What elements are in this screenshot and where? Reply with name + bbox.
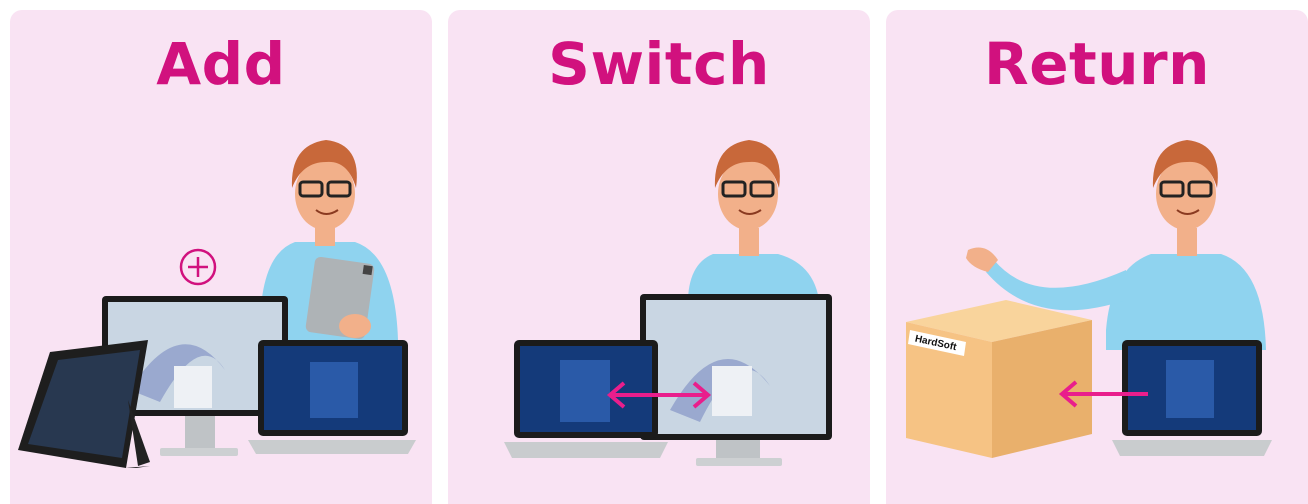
add-illustration <box>18 140 416 468</box>
laptop-device <box>1112 340 1272 456</box>
add-card[interactable]: Add <box>10 10 432 504</box>
switch-illustration <box>504 140 832 466</box>
tablet-device <box>305 256 375 340</box>
cardboard-box: HardSoft <box>906 300 1092 458</box>
person-figure <box>687 140 820 310</box>
all-in-one-device <box>640 294 832 466</box>
plus-circle-icon <box>179 248 217 286</box>
return-card[interactable]: Return HardSoft <box>886 10 1308 504</box>
surface-tablet-device <box>18 340 150 468</box>
laptop-device <box>248 340 416 454</box>
options-row: Add Switch Return HardSoft <box>0 0 1308 504</box>
return-illustration: HardSoft <box>906 140 1272 458</box>
switch-card[interactable]: Switch <box>448 10 870 504</box>
laptop-device <box>504 340 668 458</box>
